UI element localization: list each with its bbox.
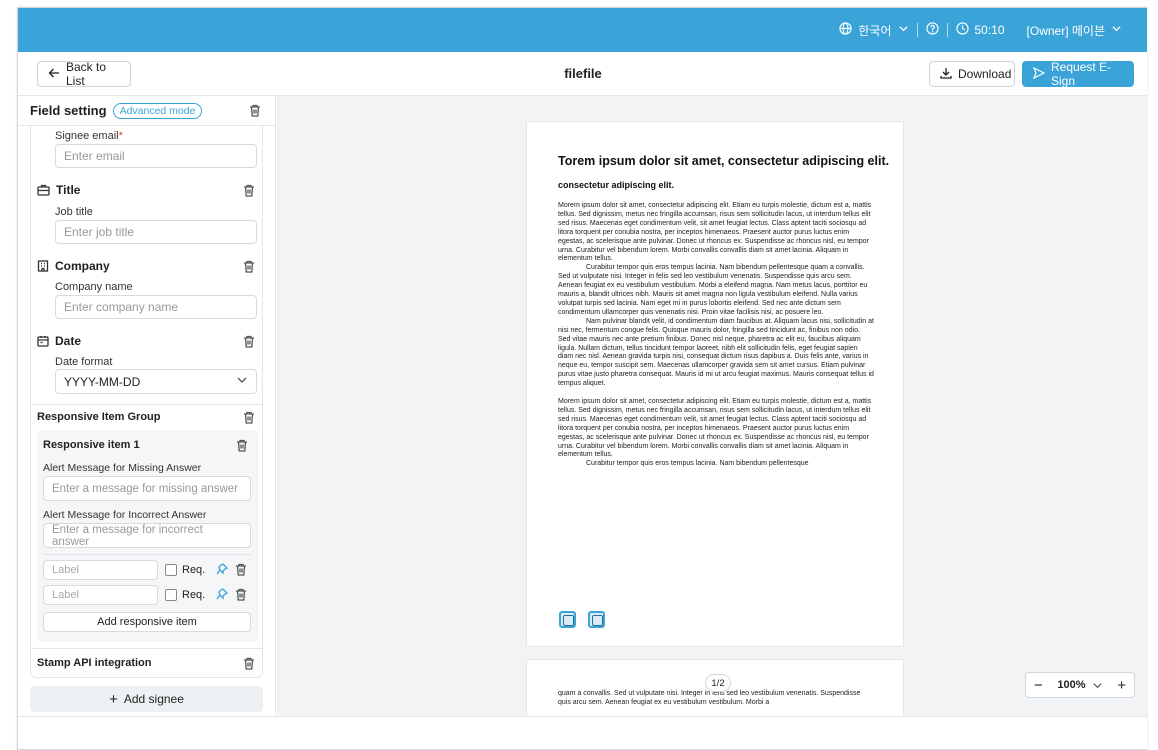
chevron-down-icon: [1092, 682, 1102, 688]
divider: [43, 554, 251, 555]
timer-text: 50:10: [974, 23, 1005, 37]
pin-icon[interactable]: [216, 563, 229, 581]
company-name-label: Company name: [55, 281, 133, 293]
document-heading: Torem ipsum dolor sit amet, consectetur …: [558, 154, 890, 168]
missing-answer-input[interactable]: Enter a message for missing answer: [43, 476, 251, 501]
paragraph: Curabitur tempor quis eros tempus lacini…: [558, 264, 868, 316]
add-signee-button[interactable]: + Add signee: [30, 686, 263, 712]
advanced-mode-badge[interactable]: Advanced mode: [112, 102, 203, 119]
trash-icon[interactable]: [236, 439, 248, 452]
plus-icon: +: [109, 690, 118, 708]
date-format-label: Date format: [55, 356, 113, 368]
chevron-down-icon: [898, 23, 909, 37]
language-label: 한국어: [858, 23, 892, 38]
download-button[interactable]: Download: [929, 61, 1015, 87]
document-header: filefile Back to List Download Request E…: [18, 52, 1147, 96]
user-label: [Owner] 메이븐: [1026, 23, 1105, 38]
session-timer: 50:10: [948, 22, 1013, 38]
paragraph: Curabitur tempor quis eros tempus lacini…: [586, 460, 809, 468]
job-title-input[interactable]: Enter job title: [55, 220, 257, 244]
company-section[interactable]: Company: [37, 259, 110, 273]
clock-icon: [955, 22, 969, 38]
add-signee-label: Add signee: [123, 692, 184, 706]
esign-label: Request E-Sign: [1051, 60, 1112, 88]
briefcase-icon: [37, 184, 50, 196]
responsive-item-title: Responsive item 1: [43, 439, 140, 451]
trash-icon[interactable]: [235, 588, 247, 601]
required-checkbox[interactable]: Req.: [165, 589, 205, 601]
option-label-input[interactable]: Label: [43, 560, 158, 580]
divider: [31, 648, 262, 649]
trash-icon[interactable]: [243, 411, 255, 424]
checkbox-field[interactable]: [588, 611, 605, 628]
paragraph: quam a convallis. Sed ut vulputate nisi.…: [558, 690, 861, 706]
back-label: Back to List: [66, 60, 107, 88]
date-format-value: YYYY-MM-DD: [64, 374, 141, 389]
back-to-list-button[interactable]: Back to List: [37, 60, 131, 88]
help-button[interactable]: [918, 22, 947, 38]
signee-email-label: Signee email*: [55, 130, 123, 142]
option-label-input[interactable]: Label: [43, 585, 158, 605]
divider: [31, 404, 262, 405]
incorrect-answer-input[interactable]: Enter a message for incorrect answer: [43, 523, 251, 548]
stamp-api-section[interactable]: Stamp API integration: [37, 657, 152, 669]
document-body: Morem ipsum dolor sit amet, consectetur …: [558, 202, 874, 469]
top-bar: 한국어 50:10 [Owner] 메이븐: [18, 8, 1147, 52]
date-format-select[interactable]: YYYY-MM-DD: [55, 369, 257, 394]
add-responsive-item-button[interactable]: Add responsive item: [43, 612, 251, 632]
responsive-group-section[interactable]: Responsive Item Group: [37, 411, 160, 423]
help-icon: [925, 22, 939, 38]
user-menu[interactable]: [Owner] 메이븐: [1013, 22, 1130, 39]
title-section[interactable]: Title: [37, 183, 80, 197]
download-icon: [940, 67, 952, 82]
send-icon: [1032, 66, 1046, 82]
app-window: 한국어 50:10 [Owner] 메이븐 filefile Back to L…: [17, 7, 1147, 750]
trash-icon[interactable]: [243, 335, 255, 348]
page-indicator: 1/2: [705, 674, 731, 692]
trash-icon[interactable]: [243, 657, 255, 670]
building-icon: [37, 260, 49, 272]
request-esign-button[interactable]: Request E-Sign: [1022, 60, 1134, 88]
globe-icon: [839, 22, 853, 38]
company-name-input[interactable]: Enter company name: [55, 295, 257, 319]
zoom-select[interactable]: 100%: [1057, 679, 1102, 691]
bottom-bar: [18, 716, 1147, 749]
incorrect-answer-label: Alert Message for Incorrect Answer: [43, 509, 207, 521]
document-subheading: consectetur adipiscing elit.: [558, 180, 675, 190]
zoom-in-icon[interactable]: +: [1117, 677, 1126, 694]
paragraph: Nam pulvinar blandit velit, id condiment…: [558, 317, 874, 388]
trash-icon[interactable]: [243, 260, 255, 273]
zoom-level: 100%: [1057, 679, 1086, 691]
field-setting-title: Field setting: [30, 103, 107, 118]
language-selector[interactable]: 한국어: [831, 22, 916, 39]
trash-icon[interactable]: [243, 184, 255, 197]
arrow-left-icon: [48, 67, 60, 82]
chevron-down-icon: [1111, 23, 1122, 37]
zoom-out-icon[interactable]: −: [1034, 677, 1043, 694]
download-label: Download: [958, 67, 1012, 81]
paragraph: Morem ipsum dolor sit amet, consectetur …: [558, 202, 872, 263]
missing-answer-label: Alert Message for Missing Answer: [43, 462, 202, 474]
date-section[interactable]: Date: [37, 334, 81, 348]
calendar-icon: [37, 336, 49, 347]
checkbox-field[interactable]: [559, 611, 576, 628]
field-setting-sidebar: Field setting Advanced mode Signee email…: [18, 96, 276, 716]
field-list-panel: Signee email* Enter email Title Job titl…: [30, 126, 263, 678]
chevron-down-icon: [236, 374, 248, 389]
pin-icon[interactable]: [216, 588, 229, 606]
paragraph: Morem ipsum dolor sit amet, consectetur …: [558, 398, 872, 459]
job-title-label: Job title: [55, 206, 93, 218]
trash-icon[interactable]: [235, 563, 247, 576]
trash-icon[interactable]: [249, 104, 261, 117]
document-page-1: Torem ipsum dolor sit amet, consectetur …: [526, 121, 904, 647]
document-canvas[interactable]: Torem ipsum dolor sit amet, consectetur …: [277, 96, 1147, 716]
required-checkbox[interactable]: Req.: [165, 564, 205, 576]
zoom-control: − 100% +: [1025, 672, 1135, 698]
signee-email-input[interactable]: Enter email: [55, 144, 257, 168]
field-setting-header: Field setting Advanced mode: [18, 96, 275, 126]
